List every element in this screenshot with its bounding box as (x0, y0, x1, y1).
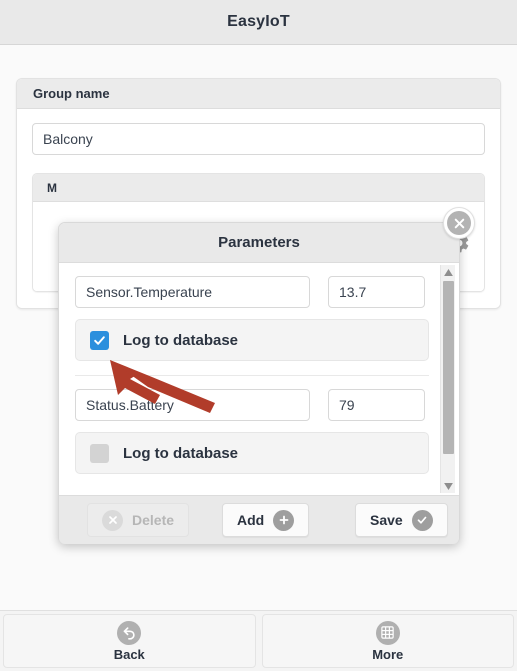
scrollbar-track[interactable] (441, 279, 455, 479)
parameter-value-input[interactable] (328, 276, 425, 308)
parameter-value-input[interactable] (328, 389, 425, 421)
bottom-navigation: Back More (0, 610, 517, 671)
save-button[interactable]: Save (355, 503, 448, 537)
delete-button-label: Delete (132, 512, 175, 528)
dialog-body: Log to database (59, 263, 459, 495)
more-button[interactable]: More (261, 614, 514, 668)
add-button[interactable]: Add (222, 503, 310, 537)
log-to-database-row[interactable]: Log to database (75, 432, 429, 474)
dialog-scrollbar[interactable] (440, 265, 455, 493)
delete-button[interactable]: Delete (87, 503, 190, 537)
circle-check-icon (411, 509, 433, 531)
app-header: EasyIoT (0, 0, 517, 45)
back-button-label: Back (113, 646, 145, 662)
caret-up-icon[interactable] (441, 265, 455, 279)
scrollbar-thumb[interactable] (443, 281, 454, 454)
group-name-input[interactable] (32, 123, 485, 155)
page-content: Group name M (0, 46, 517, 603)
parameter-name-input[interactable] (75, 389, 310, 421)
back-arrow-icon (117, 620, 142, 645)
log-to-database-label: Log to database (123, 331, 239, 349)
caret-down-icon[interactable] (441, 479, 455, 493)
log-to-database-checkbox[interactable] (90, 330, 109, 350)
back-button[interactable]: Back (3, 614, 256, 668)
log-to-database-checkbox[interactable] (90, 443, 109, 463)
dialog-footer: Delete Add Save (59, 495, 459, 544)
group-name-label: Group name (33, 86, 110, 101)
parameter-row: Log to database (75, 263, 429, 376)
circle-x-icon (102, 509, 123, 531)
app-title: EasyIoT (227, 13, 290, 30)
close-icon[interactable] (443, 207, 475, 239)
module-panel-title: M (47, 180, 57, 195)
parameter-name-input[interactable] (75, 276, 310, 308)
save-button-label: Save (370, 512, 403, 528)
group-name-card-header: Group name (17, 79, 500, 109)
parameter-row: Log to database (75, 376, 429, 474)
dialog-title: Parameters (218, 234, 300, 251)
parameters-list: Log to database (59, 263, 459, 495)
add-button-label: Add (237, 512, 265, 528)
more-button-label: More (372, 646, 404, 662)
module-panel-header: M (33, 174, 484, 202)
app-root: EasyIoT Group name M (0, 0, 517, 671)
grid-icon (375, 620, 400, 645)
log-to-database-row[interactable]: Log to database (75, 319, 429, 361)
dialog-header: Parameters (59, 223, 459, 263)
circle-plus-icon (273, 509, 295, 531)
parameters-dialog: Parameters Sensor.Temperature 13.7 Log t… (58, 207, 475, 544)
log-to-database-label: Log to database (123, 444, 239, 462)
